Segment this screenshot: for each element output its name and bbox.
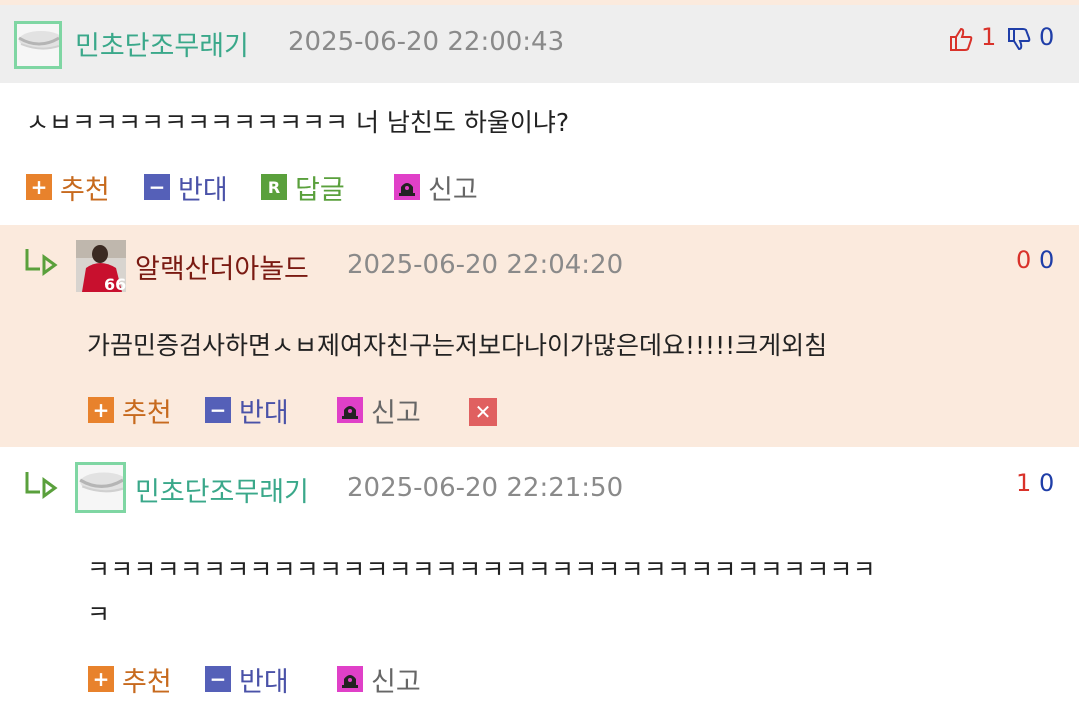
report-icon xyxy=(337,666,363,692)
reply-arrow-icon xyxy=(25,249,58,276)
avatar[interactable] xyxy=(14,21,62,69)
oppose-label: 반대 xyxy=(178,174,228,206)
report-button[interactable]: 신고 xyxy=(337,395,421,429)
downvote-count[interactable]: 0 xyxy=(1039,469,1054,497)
timestamp: 2025-06-20 22:21:50 xyxy=(347,473,624,503)
plus-icon: + xyxy=(88,666,114,692)
delete-icon[interactable]: ✕ xyxy=(469,398,497,426)
comment-text: 가끔민증검사하면ㅅㅂ제여자친구는저보다나이가많은데요!!!!!크게외침 xyxy=(87,331,828,360)
oppose-button[interactable]: − 반대 xyxy=(205,395,289,429)
upvote-count: 1 xyxy=(981,23,997,51)
comment-text: ㅅㅂㅋㅋㅋㅋㅋㅋㅋㅋㅋㅋㅋㅋ 너 남친도 하울이냐? xyxy=(26,108,570,137)
reply-button[interactable]: R 답글 xyxy=(261,172,345,206)
report-icon xyxy=(337,397,363,423)
recommend-label: 추천 xyxy=(60,174,110,206)
reply-icon: R xyxy=(261,174,287,200)
report-label: 신고 xyxy=(371,666,421,698)
recommend-label: 추천 xyxy=(122,397,172,429)
oppose-button[interactable]: − 반대 xyxy=(205,664,289,698)
timestamp: 2025-06-20 22:00:43 xyxy=(288,27,565,57)
plus-icon: + xyxy=(26,174,52,200)
minus-icon: − xyxy=(205,666,231,692)
comment-text-line-2: ㅋ xyxy=(87,600,111,629)
report-label: 신고 xyxy=(428,174,478,206)
nickname[interactable]: 알랙산더아놀드 xyxy=(135,247,309,286)
recommend-label: 추천 xyxy=(122,666,172,698)
oppose-label: 반대 xyxy=(239,397,289,429)
downvote-count: 0 xyxy=(1039,23,1055,51)
avatar[interactable] xyxy=(75,462,126,513)
reply-arrow-icon xyxy=(25,472,58,499)
recommend-button[interactable]: + 추천 xyxy=(88,395,172,429)
report-icon xyxy=(394,174,420,200)
minus-icon: − xyxy=(205,397,231,423)
reply-label: 답글 xyxy=(295,174,345,206)
thumbs-down-icon[interactable] xyxy=(1006,26,1032,52)
report-button[interactable]: 신고 xyxy=(394,172,478,206)
thumbs-up-icon[interactable] xyxy=(948,26,974,52)
plus-icon: + xyxy=(88,397,114,423)
upvote-count[interactable]: 0 xyxy=(1016,246,1031,274)
timestamp: 2025-06-20 22:04:20 xyxy=(347,250,624,280)
oppose-button[interactable]: − 반대 xyxy=(144,172,228,206)
downvote-count[interactable]: 0 xyxy=(1039,246,1054,274)
comment-text-line-1: ㅋㅋㅋㅋㅋㅋㅋㅋㅋㅋㅋㅋㅋㅋㅋㅋㅋㅋㅋㅋㅋㅋㅋㅋㅋㅋㅋㅋㅋㅋㅋㅋㅋㅋ xyxy=(87,555,876,584)
nickname[interactable]: 민초단조무래기 xyxy=(135,470,309,509)
oppose-label: 반대 xyxy=(239,666,289,698)
jersey-number: 66 xyxy=(104,275,126,292)
minus-icon: − xyxy=(144,174,170,200)
nickname[interactable]: 민초단조무래기 xyxy=(75,24,249,63)
recommend-button[interactable]: + 추천 xyxy=(26,172,110,206)
report-button[interactable]: 신고 xyxy=(337,664,421,698)
avatar[interactable]: 66 xyxy=(76,240,126,292)
upvote-count[interactable]: 1 xyxy=(1016,469,1031,497)
report-label: 신고 xyxy=(371,397,421,429)
recommend-button[interactable]: + 추천 xyxy=(88,664,172,698)
